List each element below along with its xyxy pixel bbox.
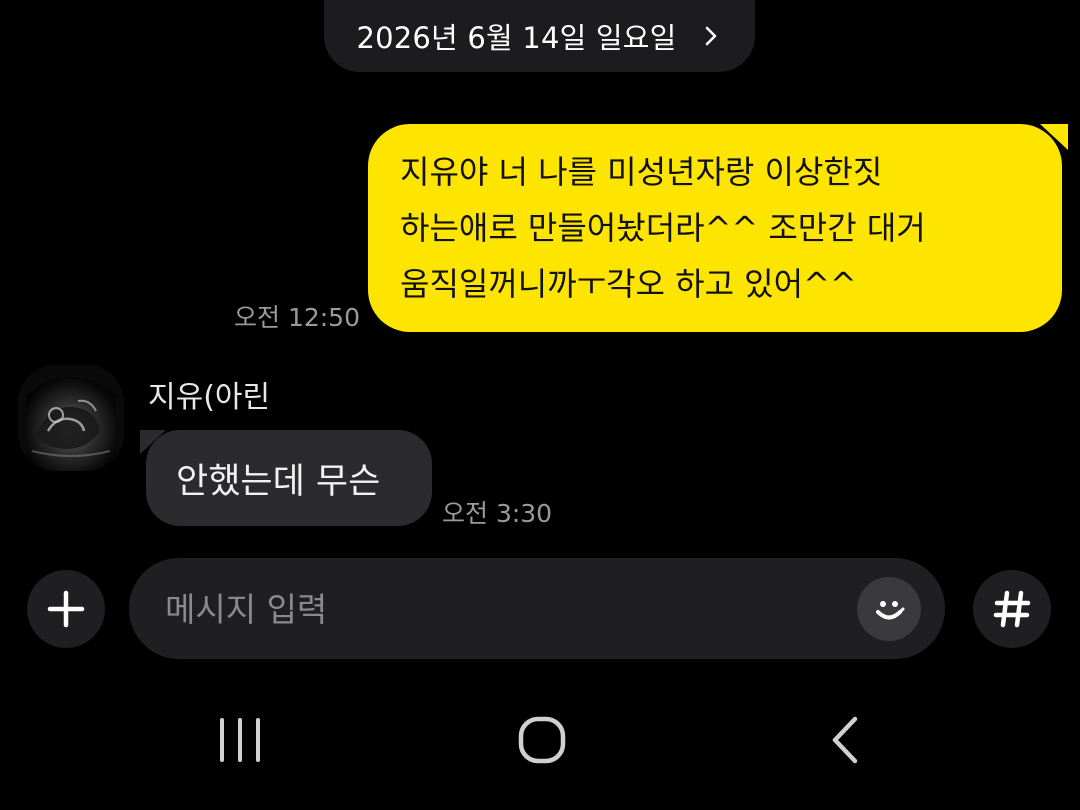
outgoing-message-text: 지유야 너 나를 미성년자랑 이상한짓 하는애로 만들어놨더라^^ 조만간 대거… — [400, 153, 926, 303]
emoji-button[interactable] — [857, 577, 921, 641]
plus-icon — [47, 590, 85, 628]
ultrasound-photo-avatar[interactable] — [18, 365, 124, 471]
hashtag-search-button[interactable] — [973, 570, 1051, 648]
home-button[interactable] — [497, 700, 587, 780]
hashtag-icon — [993, 590, 1031, 628]
outgoing-message-time: 오전 12:50 — [234, 303, 360, 332]
bubble-tail — [140, 430, 166, 454]
recents-icon — [220, 718, 260, 762]
recents-button[interactable] — [195, 700, 285, 780]
bubble-tail — [1040, 124, 1068, 150]
back-button[interactable] — [800, 700, 890, 780]
back-icon — [832, 716, 858, 764]
date-header-button[interactable]: 2026년 6월 14일 일요일 — [324, 0, 755, 72]
incoming-message-time: 오전 3:30 — [442, 499, 553, 528]
chat-screen: 2026년 6월 14일 일요일 지유야 너 나를 미성년자랑 이상한짓 하는애… — [0, 0, 1080, 810]
outgoing-message-bubble[interactable]: 지유야 너 나를 미성년자랑 이상한짓 하는애로 만들어놨더라^^ 조만간 대거… — [368, 124, 1068, 332]
message-input-container[interactable] — [129, 558, 945, 661]
incoming-message-bubble[interactable]: 안했는데 무슨 — [140, 430, 432, 526]
incoming-message-text: 안했는데 무슨 — [176, 461, 381, 502]
attach-plus-button[interactable] — [27, 570, 105, 648]
home-icon — [518, 716, 566, 764]
sender-name[interactable]: 지유(아린 — [148, 372, 270, 416]
date-header-label: 2026년 6월 14일 일요일 — [356, 21, 677, 55]
chevron-right-icon — [699, 24, 723, 48]
smiley-icon — [876, 601, 905, 620]
message-input[interactable] — [163, 558, 847, 661]
